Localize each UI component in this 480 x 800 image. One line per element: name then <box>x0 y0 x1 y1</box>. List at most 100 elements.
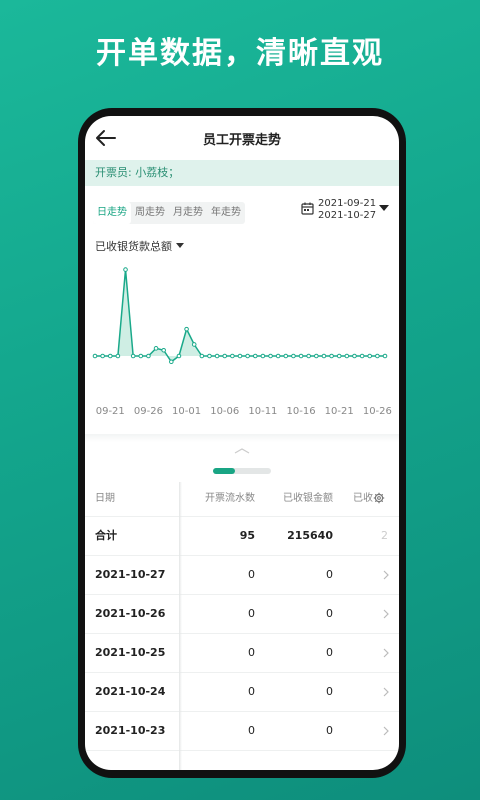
data-point[interactable] <box>199 353 205 359</box>
row-flow-count: 0 <box>248 646 255 659</box>
gear-icon[interactable] <box>373 492 385 504</box>
data-point[interactable] <box>237 353 243 359</box>
row-date: 2021-10-27 <box>95 568 166 581</box>
chevron-right-icon <box>383 648 389 658</box>
data-point[interactable] <box>115 353 121 359</box>
data-point[interactable] <box>336 353 342 359</box>
data-point[interactable] <box>130 353 136 359</box>
x-tick-label: 09-21 <box>96 406 125 417</box>
data-point[interactable] <box>92 353 98 359</box>
metric-label: 已收银货款总额 <box>95 240 172 253</box>
x-tick-label: 10-26 <box>363 406 392 417</box>
x-tick-label: 10-06 <box>210 406 239 417</box>
table-row[interactable]: 2021-10-27 0 0 <box>85 556 399 595</box>
row-date: 2021-10-24 <box>95 685 166 698</box>
data-point[interactable] <box>184 326 189 332</box>
data-point[interactable] <box>359 353 365 359</box>
table-row[interactable]: 2021-10-26 0 0 <box>85 595 399 634</box>
data-point[interactable] <box>191 342 197 347</box>
data-point[interactable] <box>176 353 182 359</box>
row-collected-amount: 0 <box>326 646 333 659</box>
x-tick-label: 10-01 <box>172 406 201 417</box>
trend-chart: 09-21 09-26 10-01 10-06 10-11 10-16 10-21 10-26 <box>92 267 392 417</box>
data-point[interactable] <box>214 353 220 359</box>
data-point[interactable] <box>161 347 166 353</box>
promo-headline: 开单数据，清晰直观 <box>96 36 384 71</box>
data-point[interactable] <box>252 353 258 359</box>
data-point[interactable] <box>314 353 319 359</box>
table-header-row: 日期 开票流水数 已收银金额 已收 <box>85 482 399 517</box>
collapse-handle-icon[interactable] <box>234 448 250 454</box>
date-range-picker[interactable]: 2021-09-21 2021-10-27 <box>318 198 376 222</box>
table-row[interactable]: 2021-10-24 0 0 <box>85 673 399 712</box>
data-point[interactable] <box>268 353 273 359</box>
data-point[interactable] <box>344 353 350 359</box>
data-table: 日期 开票流水数 已收银金额 已收 合计 95 215640 2 2021-10… <box>85 482 399 751</box>
metric-dropdown[interactable]: 已收银货款总额 <box>95 238 184 254</box>
series-line <box>95 269 385 363</box>
header-collected-amount: 已收银金额 <box>283 493 333 504</box>
chevron-right-icon <box>383 687 389 697</box>
row-flow-count: 0 <box>248 568 255 581</box>
data-point[interactable] <box>207 353 212 359</box>
data-point[interactable] <box>283 353 289 359</box>
chevron-right-icon <box>383 726 389 736</box>
caret-down-icon[interactable] <box>379 205 389 211</box>
data-point[interactable] <box>100 353 105 359</box>
data-point[interactable] <box>382 353 388 359</box>
data-point[interactable] <box>138 353 144 359</box>
tab-monthly[interactable]: 月走势 <box>169 202 207 224</box>
data-point[interactable] <box>291 353 296 359</box>
data-point[interactable] <box>298 353 304 359</box>
table-row-total[interactable]: 合计 95 215640 2 <box>85 517 399 556</box>
data-point[interactable] <box>375 353 380 359</box>
row-flow-count: 95 <box>239 529 255 542</box>
chevron-right-icon <box>383 609 389 619</box>
data-point[interactable] <box>367 353 373 359</box>
data-point[interactable] <box>321 353 327 359</box>
calendar-icon[interactable] <box>301 202 314 215</box>
data-point[interactable] <box>146 353 151 359</box>
x-tick-label: 10-21 <box>325 406 354 417</box>
date-range-start: 2021-09-21 <box>318 198 377 209</box>
data-point[interactable] <box>123 267 128 272</box>
data-point[interactable] <box>230 353 235 359</box>
header-flow-count: 开票流水数 <box>205 493 255 504</box>
header-date: 日期 <box>95 493 115 504</box>
data-point[interactable] <box>275 353 281 359</box>
navbar: 员工开票走势 <box>85 116 399 160</box>
data-point[interactable] <box>260 353 266 359</box>
x-tick-label: 09-26 <box>134 406 163 417</box>
row-date: 2021-10-23 <box>95 724 166 737</box>
data-point[interactable] <box>329 353 334 359</box>
horizontal-scrollbar[interactable] <box>213 468 271 474</box>
x-tick-label: 10-16 <box>287 406 316 417</box>
row-more-value: 2 <box>381 529 388 542</box>
row-flow-count: 0 <box>248 724 255 737</box>
data-point[interactable] <box>306 353 311 359</box>
data-point[interactable] <box>222 353 228 359</box>
series-area <box>95 269 385 362</box>
row-collected-amount: 0 <box>326 685 333 698</box>
fixed-column-shadow <box>179 482 182 770</box>
row-collected-amount: 215640 <box>287 529 333 542</box>
page-title: 员工开票走势 <box>202 133 281 148</box>
caret-down-icon <box>176 243 184 248</box>
scrollbar-thumb[interactable] <box>213 468 235 474</box>
table-row[interactable]: 2021-10-23 0 0 <box>85 712 399 751</box>
table-row[interactable]: 2021-10-25 0 0 <box>85 634 399 673</box>
data-point[interactable] <box>352 353 357 359</box>
row-collected-amount: 0 <box>326 724 333 737</box>
row-date: 合计 <box>95 529 117 542</box>
data-point[interactable] <box>169 359 174 365</box>
chevron-right-icon <box>383 570 389 580</box>
data-point[interactable] <box>245 353 250 359</box>
row-flow-count: 0 <box>248 607 255 620</box>
tab-daily[interactable]: 日走势 <box>93 202 131 224</box>
data-point[interactable] <box>107 353 113 359</box>
header-collected-more: 已收 <box>353 493 373 504</box>
tab-weekly[interactable]: 周走势 <box>131 202 169 224</box>
data-point[interactable] <box>153 346 159 351</box>
tab-yearly[interactable]: 年走势 <box>207 202 245 224</box>
issuer-filter-bar: 开票员: 小荔枝； <box>85 160 399 186</box>
